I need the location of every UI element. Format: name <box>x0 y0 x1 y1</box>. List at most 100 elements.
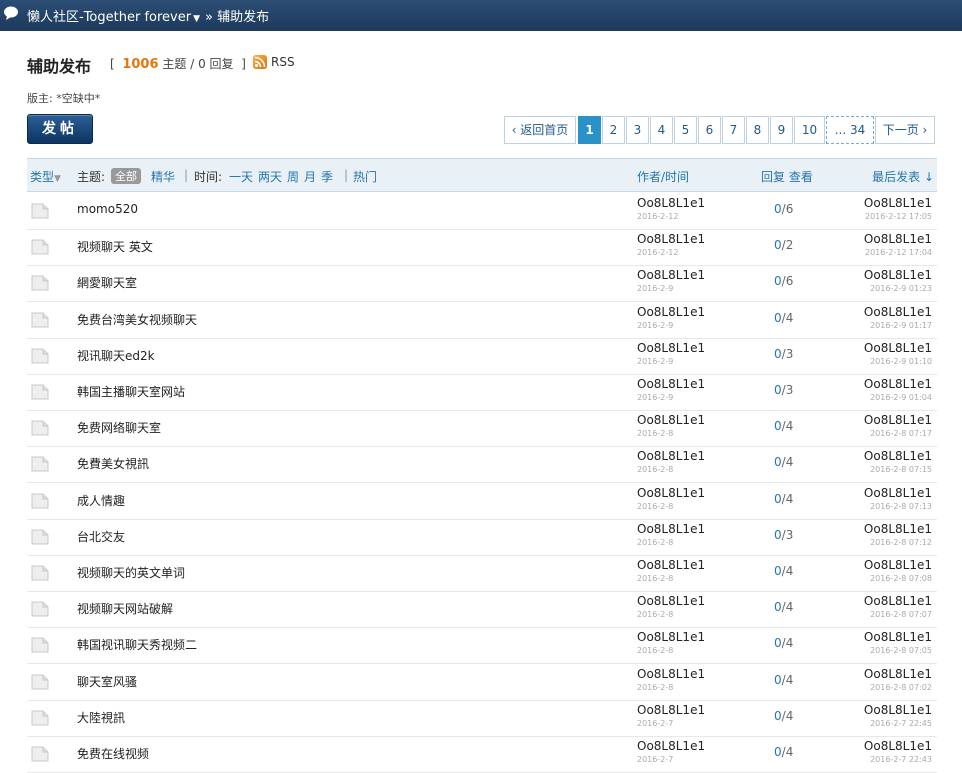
page-6-button[interactable]: 6 <box>698 116 721 144</box>
document-icon <box>31 384 49 400</box>
thread-title[interactable]: 免费网络聊天室 <box>77 419 161 436</box>
table-row: 成人情趣 Oo8L8L1e1 2016-2-8 0/4 Oo8L8L1e1 2016-2-… <box>27 483 937 520</box>
thread-author[interactable]: Oo8L8L1e1 <box>637 268 705 282</box>
thread-date: 2016-2-8 <box>637 610 674 620</box>
thread-date: 2016-2-9 <box>637 393 674 402</box>
page-5-button[interactable]: 5 <box>674 116 697 144</box>
filter-season[interactable]: 季 <box>321 168 333 185</box>
thread-title[interactable]: 视频聊天 英文 <box>77 238 153 255</box>
reply-view-counts: 0/4 <box>774 419 793 433</box>
page-3-button[interactable]: 3 <box>626 116 649 144</box>
thread-title[interactable]: 视频聊天的英文单词 <box>77 564 185 581</box>
last-poster[interactable]: Oo8L8L1e1 <box>864 594 932 608</box>
thread-title[interactable]: 视频聊天网站破解 <box>77 600 173 617</box>
thread-title[interactable]: 成人情趣 <box>77 492 125 509</box>
thread-title[interactable]: 视讯聊天ed2k <box>77 347 155 364</box>
last-poster[interactable]: Oo8L8L1e1 <box>864 558 932 572</box>
page-8-button[interactable]: 8 <box>746 116 769 144</box>
view-count: 6 <box>785 202 794 216</box>
last-poster[interactable]: Oo8L8L1e1 <box>864 739 932 753</box>
reply-count: 0 <box>774 419 782 434</box>
thread-author[interactable]: Oo8L8L1e1 <box>637 739 705 753</box>
thread-title[interactable]: 大陸視訊 <box>77 709 125 726</box>
last-poster[interactable]: Oo8L8L1e1 <box>864 196 932 210</box>
sort-author-time[interactable]: 作者/时间 <box>637 168 689 185</box>
last-poster[interactable]: Oo8L8L1e1 <box>864 667 932 681</box>
back-home-button[interactable]: ‹ 返回首页 <box>504 116 576 144</box>
thread-author[interactable]: Oo8L8L1e1 <box>637 486 705 500</box>
filter-week[interactable]: 周 <box>287 168 299 185</box>
page-9-button[interactable]: 9 <box>770 116 793 144</box>
reply-view-counts: 0/4 <box>774 311 793 325</box>
thread-title[interactable]: 台北交友 <box>77 528 125 545</box>
table-row: 视频聊天网站破解 Oo8L8L1e1 2016-2-8 0/4 Oo8L8L1e1 201… <box>27 591 937 629</box>
thread-title[interactable]: 免费在线视频 <box>77 745 149 762</box>
thread-title[interactable]: 聊天室风骚 <box>77 673 137 690</box>
new-post-button[interactable]: 发帖 <box>27 114 93 144</box>
reply-view-counts: 0/6 <box>774 274 793 288</box>
thread-author[interactable]: Oo8L8L1e1 <box>637 703 705 717</box>
thread-author[interactable]: Oo8L8L1e1 <box>637 630 705 644</box>
last-poster[interactable]: Oo8L8L1e1 <box>864 630 932 644</box>
filter-all[interactable]: 全部 <box>111 168 141 184</box>
thread-author[interactable]: Oo8L8L1e1 <box>637 413 705 427</box>
last-page-button[interactable]: ... 34 <box>826 116 874 144</box>
thread-title[interactable]: 韩国视讯聊天秀视频二 <box>77 636 197 653</box>
last-poster[interactable]: Oo8L8L1e1 <box>864 232 932 246</box>
sort-reply-view[interactable]: 回复 查看 <box>761 168 813 185</box>
page-10-button[interactable]: 10 <box>794 116 825 144</box>
filter-hot[interactable]: 热门 <box>353 168 377 185</box>
last-poster[interactable]: Oo8L8L1e1 <box>864 703 932 717</box>
view-count: 4 <box>785 708 794 723</box>
thread-title[interactable]: 韩国主播聊天室网站 <box>77 383 185 400</box>
thread-author[interactable]: Oo8L8L1e1 <box>637 377 705 391</box>
page-1-button[interactable]: 1 <box>578 116 601 144</box>
thread-author[interactable]: Oo8L8L1e1 <box>637 667 705 681</box>
last-poster[interactable]: Oo8L8L1e1 <box>864 413 932 427</box>
thread-author[interactable]: Oo8L8L1e1 <box>637 522 705 536</box>
page-7-button[interactable]: 7 <box>722 116 745 144</box>
last-post-time: 2016-2-7 22:43 <box>870 755 932 764</box>
next-page-button[interactable]: 下一页 › <box>875 116 935 144</box>
filter-month[interactable]: 月 <box>304 168 316 185</box>
thread-author[interactable]: Oo8L8L1e1 <box>637 558 705 572</box>
thread-author[interactable]: Oo8L8L1e1 <box>637 196 705 210</box>
thread-date: 2016-2-7 <box>637 755 674 764</box>
thread-author[interactable]: Oo8L8L1e1 <box>637 449 705 463</box>
last-poster[interactable]: Oo8L8L1e1 <box>864 486 932 500</box>
reply-count: 0 <box>774 564 782 578</box>
rss-link[interactable]: RSS <box>253 55 295 69</box>
thread-title[interactable]: 網愛聊天室 <box>77 274 137 291</box>
last-poster[interactable]: Oo8L8L1e1 <box>864 305 932 319</box>
chevron-down-icon: ▼ <box>54 174 61 184</box>
thread-date: 2016-2-8 <box>637 465 674 475</box>
thread-author[interactable]: Oo8L8L1e1 <box>637 341 705 355</box>
site-menu[interactable]: 懒人社区-Together forever ▼ <box>27 6 200 25</box>
type-filter[interactable]: 类型▼ <box>30 168 61 185</box>
last-poster[interactable]: Oo8L8L1e1 <box>864 377 932 391</box>
view-count: 3 <box>785 383 794 397</box>
filter-two-days[interactable]: 两天 <box>258 168 282 185</box>
filter-digest[interactable]: 精华 <box>151 168 175 185</box>
last-poster[interactable]: Oo8L8L1e1 <box>864 449 932 463</box>
thread-author[interactable]: Oo8L8L1e1 <box>637 305 705 319</box>
page-2-button[interactable]: 2 <box>602 116 625 144</box>
last-poster[interactable]: Oo8L8L1e1 <box>864 268 932 282</box>
last-post-time: 2016-2-8 07:02 <box>870 682 932 692</box>
thread-title[interactable]: 免費美女視訊 <box>77 455 149 472</box>
last-post-time: 2016-2-12 17:05 <box>865 212 932 221</box>
last-post-time: 2016-2-8 07:15 <box>870 465 932 475</box>
table-row: 视讯聊天ed2k Oo8L8L1e1 2016-2-9 0/3 Oo8L8L1e1 201… <box>27 338 937 375</box>
filter-divider: | <box>344 168 349 182</box>
thread-title[interactable]: momo520 <box>77 202 138 216</box>
table-row: 视频聊天 英文 Oo8L8L1e1 2016-2-12 0/2 Oo8L8L1e1 201… <box>27 229 937 267</box>
last-poster[interactable]: Oo8L8L1e1 <box>864 522 932 536</box>
thread-author[interactable]: Oo8L8L1e1 <box>637 594 705 608</box>
thread-title[interactable]: 免费台湾美女视频聊天 <box>77 311 197 328</box>
last-poster[interactable]: Oo8L8L1e1 <box>864 341 932 355</box>
filter-one-day[interactable]: 一天 <box>229 168 253 185</box>
reply-view-counts: 0/4 <box>774 600 793 614</box>
sort-last-post[interactable]: 最后发表 ↓ <box>872 168 934 185</box>
page-4-button[interactable]: 4 <box>650 116 673 144</box>
thread-author[interactable]: Oo8L8L1e1 <box>637 232 705 246</box>
